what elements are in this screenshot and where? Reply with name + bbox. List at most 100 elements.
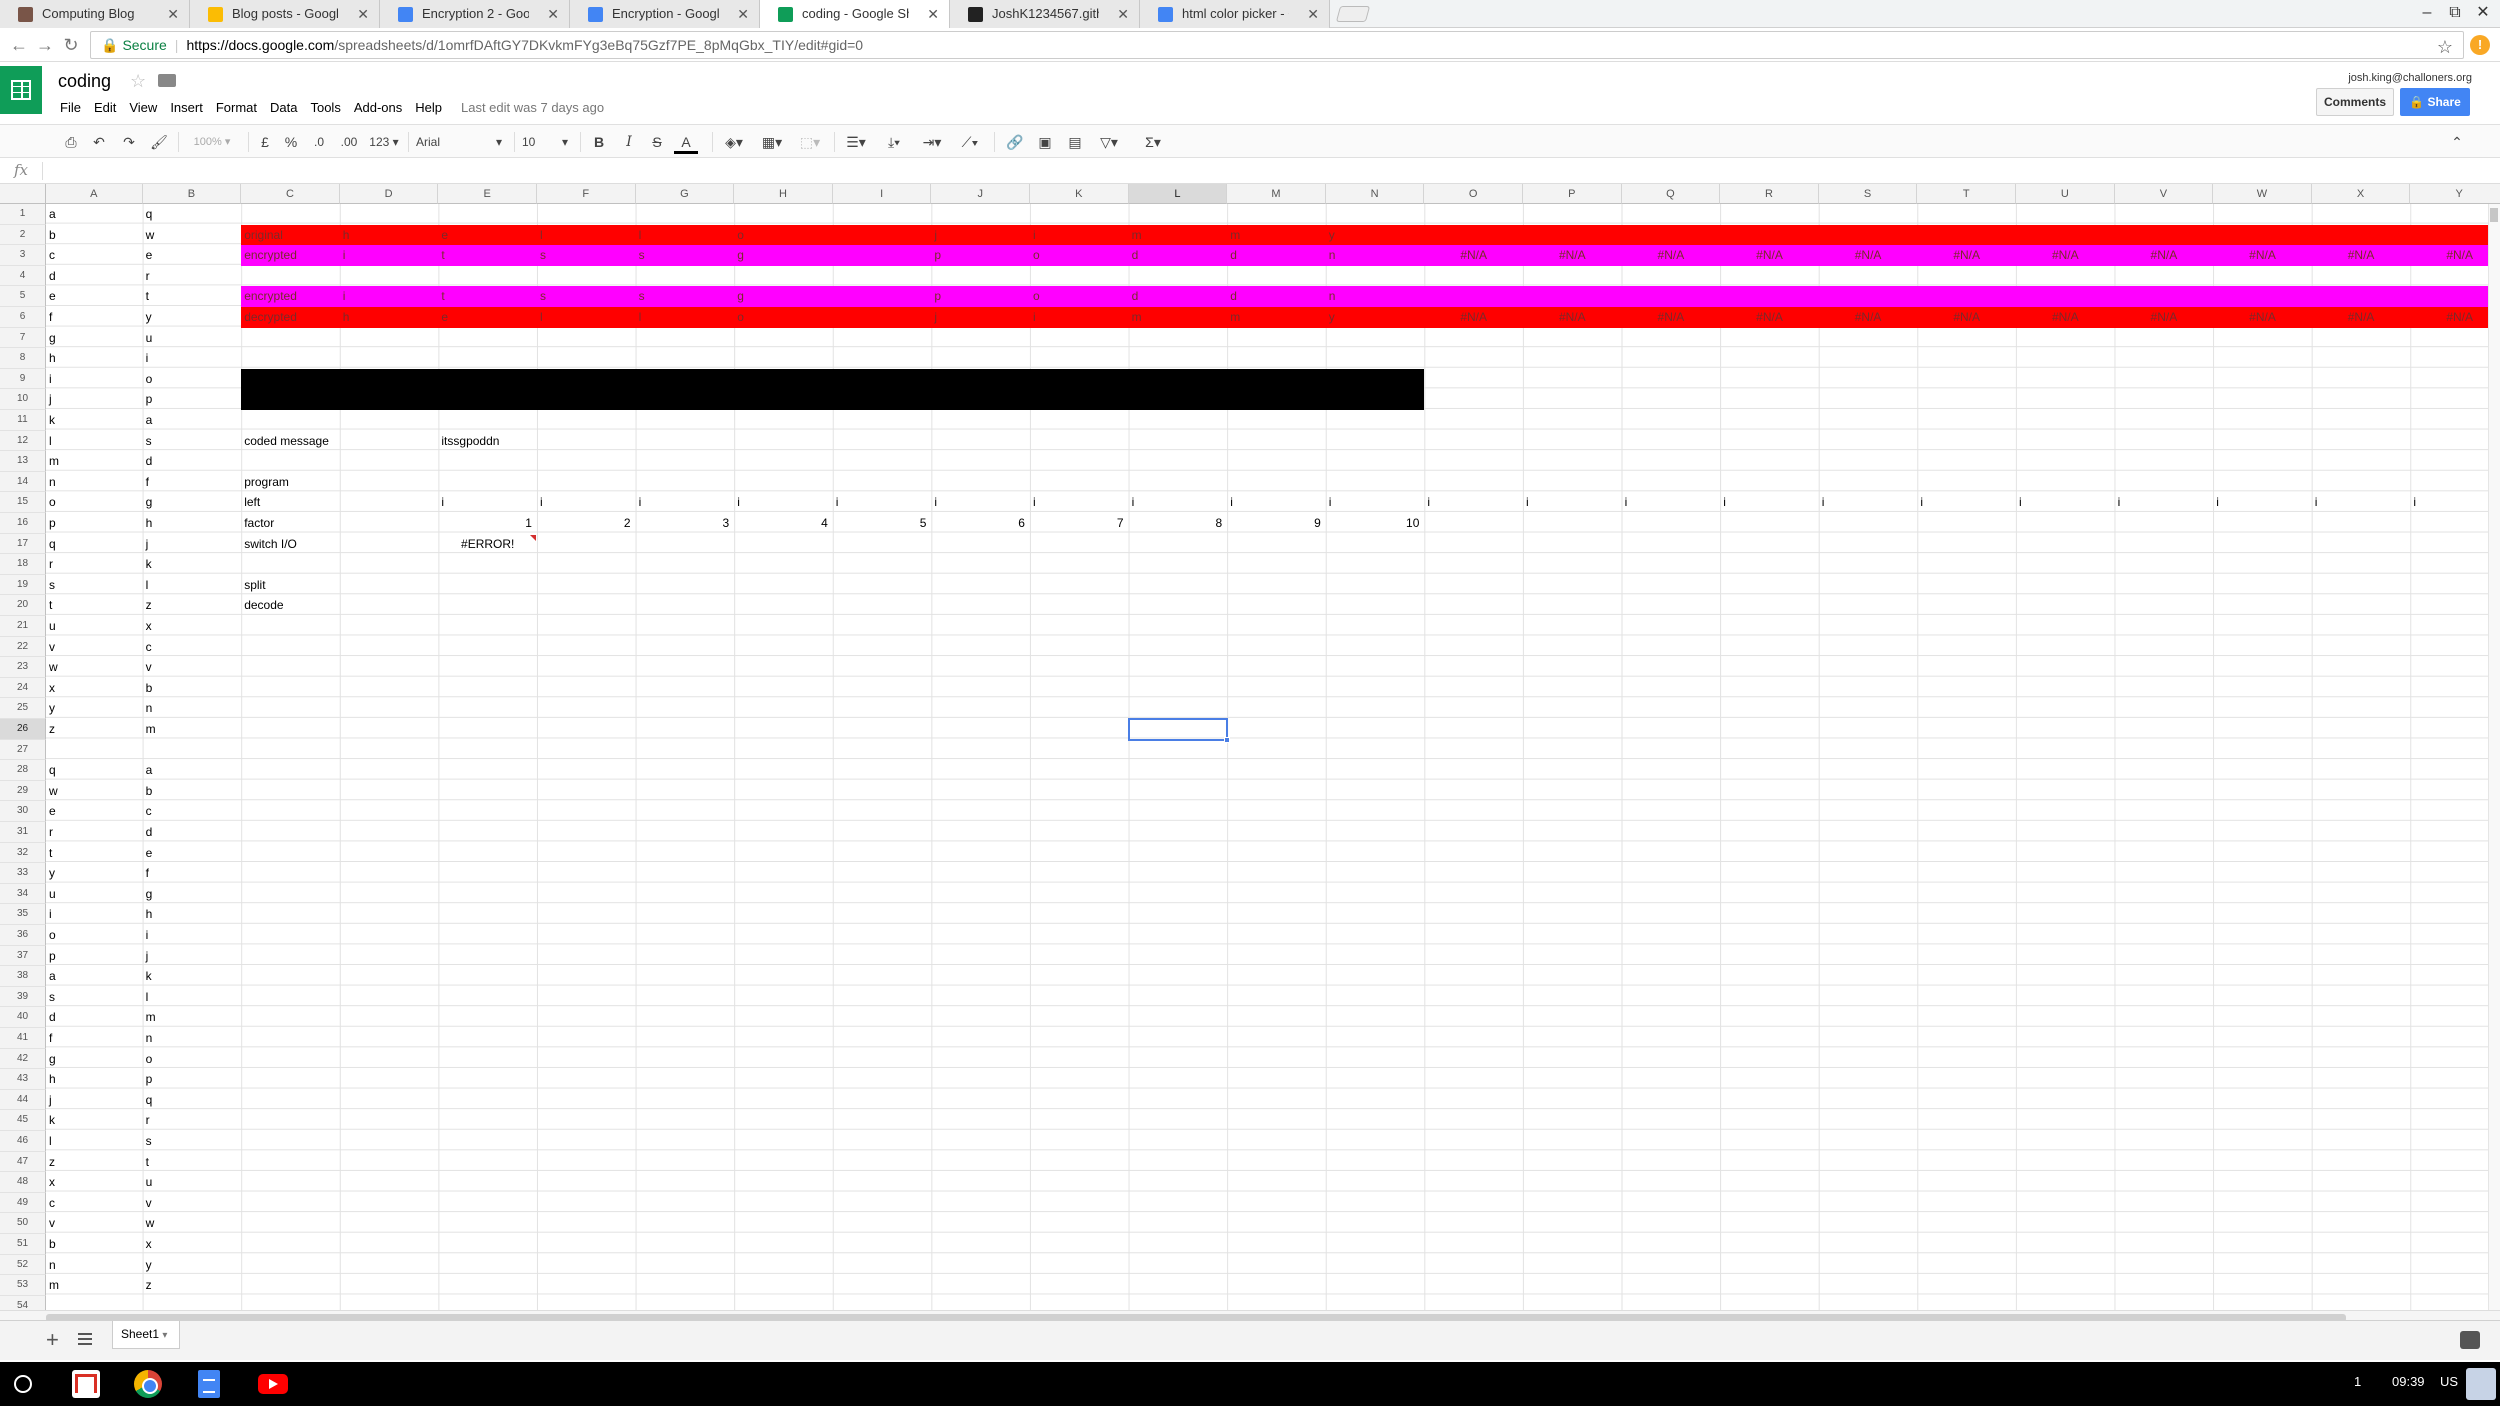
- launcher-icon[interactable]: [14, 1375, 32, 1393]
- cell-value[interactable]: 8: [1129, 513, 1223, 534]
- text-color-button[interactable]: A: [674, 130, 698, 154]
- cell-value[interactable]: g: [146, 884, 153, 905]
- row-header[interactable]: 17: [0, 533, 46, 555]
- cell-value[interactable]: #N/A: [1917, 307, 2016, 328]
- cell-value[interactable]: d: [49, 266, 56, 287]
- row-header[interactable]: 29: [0, 780, 46, 802]
- cell-value[interactable]: 7: [1030, 513, 1124, 534]
- cell-value[interactable]: h: [343, 225, 350, 246]
- cell-value[interactable]: o: [146, 369, 153, 390]
- cell-value[interactable]: k: [49, 410, 55, 431]
- insert-link-icon[interactable]: 🔗: [1004, 130, 1026, 154]
- cell-value[interactable]: k: [146, 554, 152, 575]
- cell-value[interactable]: j: [49, 1090, 52, 1111]
- row-header[interactable]: 43: [0, 1069, 46, 1090]
- youtube-icon[interactable]: [258, 1374, 288, 1394]
- cell-value[interactable]: p: [146, 389, 153, 410]
- cell-value[interactable]: i: [2118, 492, 2121, 513]
- column-header[interactable]: N: [1325, 184, 1425, 204]
- paint-format-icon[interactable]: 🖌: [148, 130, 170, 154]
- row-header[interactable]: 30: [0, 801, 46, 822]
- row-header[interactable]: 10: [0, 389, 46, 410]
- cell-value[interactable]: n: [49, 472, 56, 493]
- row-header[interactable]: 32: [0, 842, 46, 864]
- cell-value[interactable]: #N/A: [2410, 245, 2500, 266]
- cell-value[interactable]: v: [146, 657, 152, 678]
- cell-value[interactable]: #N/A: [1424, 245, 1523, 266]
- cell-value[interactable]: i: [1723, 492, 1726, 513]
- cell-value[interactable]: z: [49, 1152, 55, 1173]
- row-header[interactable]: 18: [0, 554, 46, 575]
- cell-value[interactable]: 6: [931, 513, 1025, 534]
- cell-value[interactable]: o: [49, 925, 56, 946]
- collapse-menu-icon[interactable]: ⌃: [2446, 130, 2468, 154]
- more-formats-button[interactable]: 123 ▾: [366, 130, 402, 154]
- cell-value[interactable]: d: [49, 1007, 56, 1028]
- text-wrapping-icon[interactable]: ⇥▾: [918, 130, 946, 154]
- cell-value[interactable]: factor: [244, 513, 274, 534]
- cell-value[interactable]: e: [441, 307, 448, 328]
- cell-value[interactable]: z: [146, 1275, 152, 1296]
- cell-value[interactable]: i: [1329, 492, 1332, 513]
- column-header[interactable]: Y: [2410, 184, 2500, 204]
- column-header[interactable]: J: [931, 184, 1030, 204]
- doc-title[interactable]: coding: [58, 71, 111, 92]
- column-header[interactable]: V: [2114, 184, 2214, 204]
- row-header[interactable]: 6: [0, 307, 46, 328]
- cell-value[interactable]: b: [49, 225, 56, 246]
- cell-value[interactable]: #N/A: [2312, 245, 2411, 266]
- selected-cell[interactable]: [1127, 718, 1229, 741]
- row-header[interactable]: 54: [0, 1295, 46, 1310]
- insert-chart-icon[interactable]: ▤: [1064, 130, 1086, 154]
- cell-value[interactable]: split: [244, 575, 265, 596]
- cell-value[interactable]: l: [639, 225, 642, 246]
- cell-value[interactable]: c: [49, 245, 55, 266]
- cell-value[interactable]: m: [1132, 225, 1142, 246]
- font-family-select[interactable]: Arial ▾: [416, 130, 506, 154]
- cell-value[interactable]: 5: [833, 513, 927, 534]
- cell-value[interactable]: w: [49, 657, 58, 678]
- cell-value[interactable]: i: [1033, 307, 1036, 328]
- cell-value[interactable]: d: [1230, 245, 1237, 266]
- borders-icon[interactable]: ▦▾: [758, 130, 786, 154]
- cell-value[interactable]: l: [540, 307, 543, 328]
- folder-icon[interactable]: [158, 74, 176, 87]
- cell-value[interactable]: a: [146, 410, 153, 431]
- cell-value[interactable]: i: [49, 904, 52, 925]
- cell-value[interactable]: u: [146, 1172, 153, 1193]
- cell-value[interactable]: 1: [438, 513, 532, 534]
- cell-value[interactable]: i: [1427, 492, 1430, 513]
- cell-value[interactable]: d: [1132, 286, 1139, 307]
- cell-value[interactable]: l: [540, 225, 543, 246]
- formula-input[interactable]: [50, 160, 2480, 182]
- functions-button[interactable]: Σ▾: [1138, 130, 1168, 154]
- cell-value[interactable]: i: [639, 492, 642, 513]
- cell-value[interactable]: n: [49, 1255, 56, 1276]
- cell-value[interactable]: r: [49, 822, 53, 843]
- cell-value[interactable]: #N/A: [1819, 245, 1918, 266]
- cell-value[interactable]: b: [146, 678, 153, 699]
- row-header[interactable]: 21: [0, 616, 46, 637]
- cell-value[interactable]: o: [1033, 245, 1040, 266]
- cell-value[interactable]: p: [49, 946, 56, 967]
- cell-value[interactable]: i: [934, 492, 937, 513]
- cell-value[interactable]: #N/A: [1720, 245, 1819, 266]
- cell-value[interactable]: #N/A: [2410, 307, 2500, 328]
- row-header[interactable]: 36: [0, 925, 46, 946]
- chrome-icon[interactable]: [134, 1370, 162, 1398]
- cell-value[interactable]: t: [441, 286, 444, 307]
- cell-value[interactable]: o: [146, 1049, 153, 1070]
- cell-value[interactable]: h: [49, 1069, 56, 1090]
- cell-value[interactable]: g: [49, 328, 56, 349]
- cell-value[interactable]: p: [49, 513, 56, 534]
- print-icon[interactable]: ⎙: [60, 130, 82, 154]
- cell-value[interactable]: #N/A: [1917, 245, 2016, 266]
- cell-value[interactable]: v: [49, 637, 55, 658]
- cell-value[interactable]: i: [1822, 492, 1825, 513]
- notification-count[interactable]: 1: [2354, 1374, 2361, 1389]
- cell-value[interactable]: t: [441, 245, 444, 266]
- cell-value[interactable]: 3: [636, 513, 730, 534]
- row-header[interactable]: 22: [0, 636, 46, 658]
- row-header[interactable]: 15: [0, 492, 46, 513]
- cell-value[interactable]: l: [146, 575, 149, 596]
